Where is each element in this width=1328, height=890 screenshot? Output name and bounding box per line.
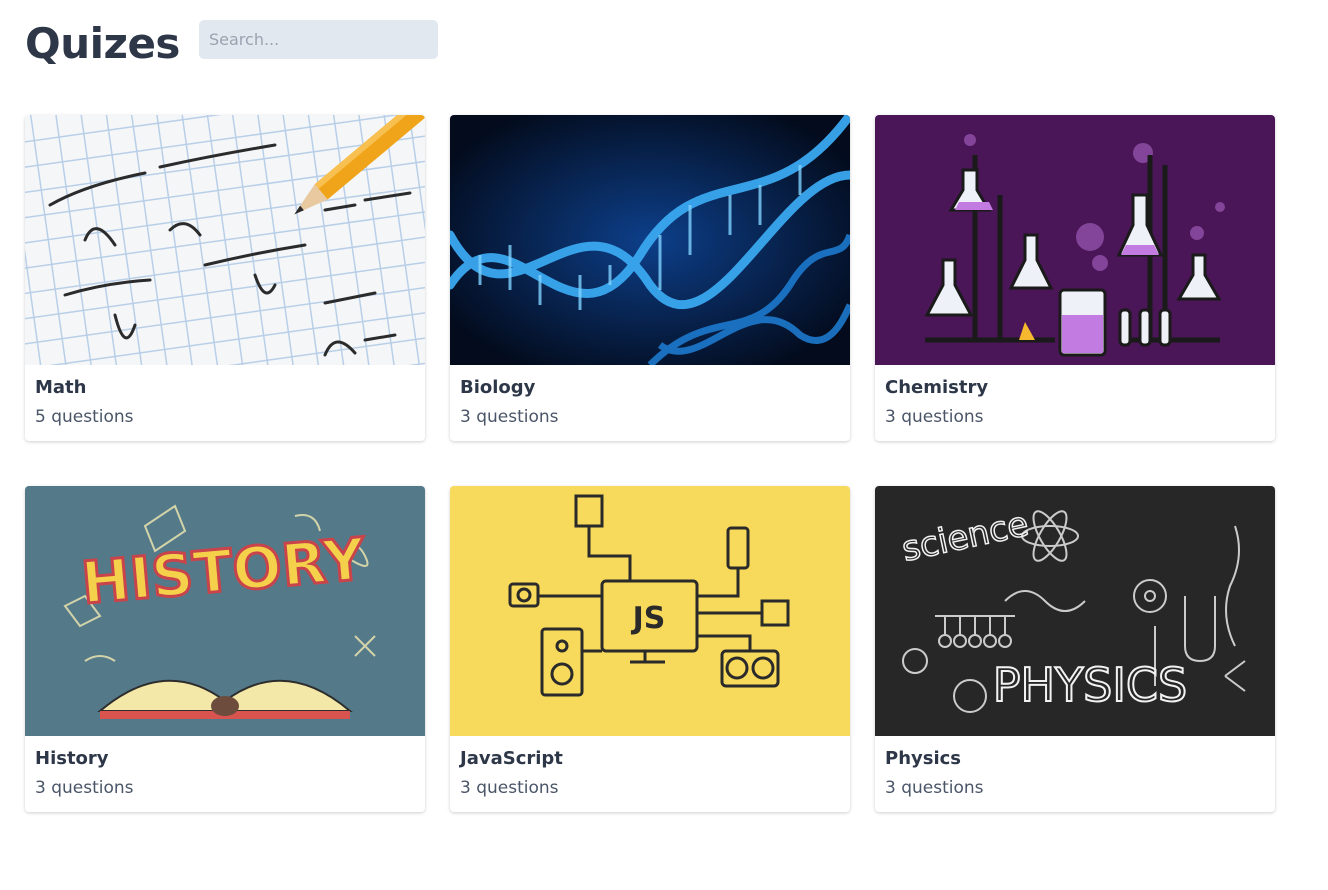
physics-word: PHYSICS [993,658,1188,712]
biology-image [450,115,850,365]
page-title: Quizes [25,19,180,68]
js-logo-text: JS [631,601,666,636]
quiz-count: 3 questions [885,778,984,798]
quiz-card-chemistry[interactable]: Chemistry 3 questions [875,115,1275,441]
javascript-image: JS [450,486,850,736]
quiz-title: Biology [460,377,536,398]
quiz-count: 3 questions [35,778,134,798]
quiz-title: Math [35,377,87,398]
search-input[interactable] [199,20,438,59]
quiz-count: 5 questions [35,407,134,427]
quiz-card-biology[interactable]: Biology 3 questions [450,115,850,441]
quiz-title: Physics [885,748,962,769]
math-image [25,115,425,365]
quiz-grid: Math 5 questions Biology 3 questions Che… [25,115,1275,815]
quiz-count: 3 questions [460,778,559,798]
chemistry-image [875,115,1275,365]
physics-image: science PHYSICS [875,486,1275,736]
history-image: HISTORY [25,486,425,736]
quiz-count: 3 questions [885,407,984,427]
quiz-card-physics[interactable]: science PHYSICS Physics 3 questions [875,486,1275,812]
quiz-card-history[interactable]: HISTORY History 3 questions [25,486,425,812]
quiz-title: Chemistry [885,377,989,398]
quiz-count: 3 questions [460,407,559,427]
page-header: Quizes [25,18,438,70]
quiz-title: JavaScript [460,748,563,769]
quiz-title: History [35,748,109,769]
quiz-card-math[interactable]: Math 5 questions [25,115,425,441]
quiz-card-javascript[interactable]: JS JavaScript 3 questions [450,486,850,812]
